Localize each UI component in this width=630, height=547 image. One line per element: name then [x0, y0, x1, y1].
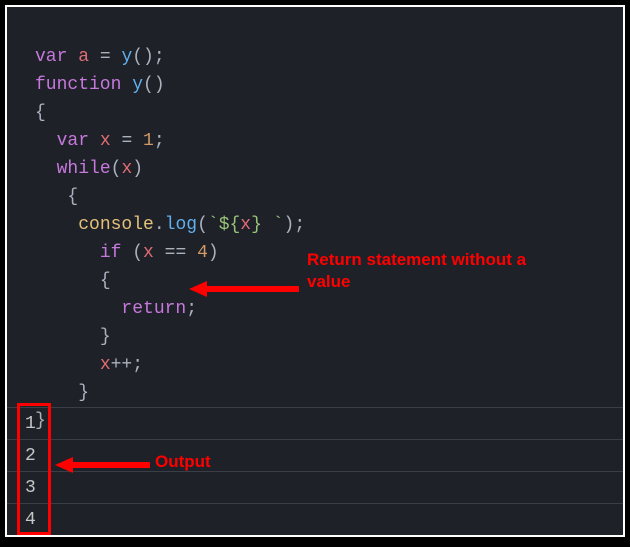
editor-frame: var a = y(); function y() { var x = 1; w… — [5, 5, 625, 537]
console-object: console — [78, 215, 154, 235]
keyword-var: var — [35, 47, 67, 67]
annotation-return: Return statement without a value — [307, 249, 567, 293]
keyword-return: return — [121, 299, 186, 319]
keyword-var: var — [57, 131, 89, 151]
keyword-while: while — [57, 159, 111, 179]
keyword-function: function — [35, 75, 121, 95]
number-literal: 1 — [143, 131, 154, 151]
output-row: 3 — [7, 471, 623, 503]
output-row: 4 — [7, 503, 623, 535]
log-method: log — [165, 215, 197, 235]
call-y: y — [121, 47, 132, 67]
number-literal: 4 — [197, 243, 208, 263]
annotation-output: Output — [155, 451, 211, 473]
identifier-a: a — [78, 47, 89, 67]
output-row: 2 — [7, 439, 623, 471]
identifier-x: x — [100, 131, 111, 151]
output-row: 1 — [7, 407, 623, 439]
function-name-y: y — [132, 75, 143, 95]
keyword-if: if — [100, 243, 122, 263]
console-output: 1 2 3 4 — [7, 407, 623, 535]
code-block: var a = y(); function y() { var x = 1; w… — [7, 7, 623, 471]
